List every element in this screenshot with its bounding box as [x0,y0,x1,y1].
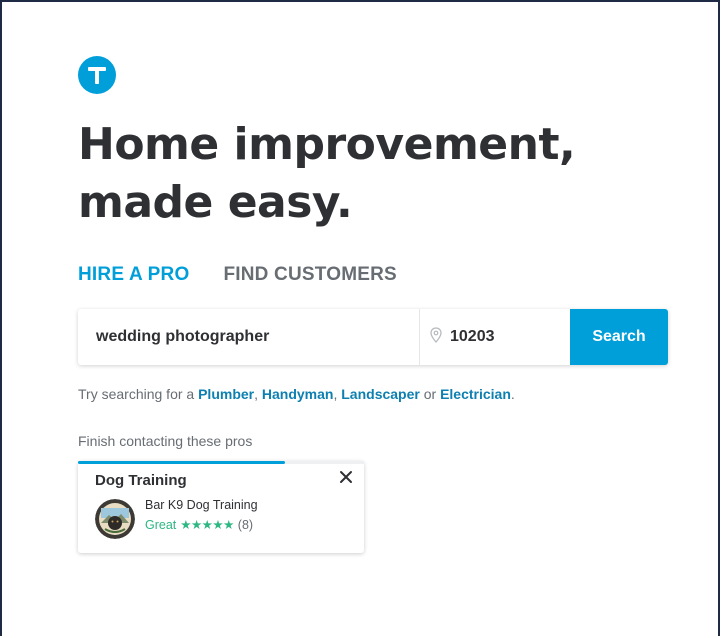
suggestions-suffix: . [510,386,515,402]
suggestions-separator: , [254,386,262,402]
suggestion-link-plumber[interactable]: Plumber [198,386,254,402]
thumbtack-logo-icon[interactable] [78,56,116,94]
suggestion-link-handyman[interactable]: Handyman [262,386,334,402]
suggestion-link-electrician[interactable]: Electrician [440,386,511,402]
pro-card[interactable]: Dog Training Bar K9 Dog Training Great ★… [78,461,364,553]
tab-hire-a-pro[interactable]: HIRE A PRO [78,264,189,286]
close-icon[interactable] [339,470,353,484]
suggestions-separator: or [419,386,441,402]
pro-name: Bar K9 Dog Training [145,498,258,512]
review-count: (8) [237,517,254,532]
search-button[interactable]: Search [570,309,668,365]
mode-tabs: HIRE A PRO FIND CUSTOMERS [78,264,397,286]
rating-label: Great [145,517,177,532]
zip-code-value: 10203 [450,328,495,345]
pro-rating: Great ★★★★★ (8) [145,517,254,533]
location-pin-icon [430,326,442,348]
search-bar: wedding photographer 10203 Search [78,309,668,365]
suggestions-prefix: Try searching for a [78,386,199,402]
page-title: Home improvement, made easy. [78,116,698,232]
tab-find-customers[interactable]: FIND CUSTOMERS [223,264,396,286]
zip-code-input[interactable]: 10203 [420,309,570,365]
star-rating-icon: ★★★★★ [180,518,234,532]
headline-line-2: made easy. [78,177,353,228]
service-search-value: wedding photographer [96,328,270,345]
service-search-input[interactable]: wedding photographer [78,309,420,365]
search-suggestions: Try searching for a Plumber, Handyman, L… [78,386,515,402]
suggestion-link-landscaper[interactable]: Landscaper [341,386,420,402]
card-progress-bar [78,461,285,464]
card-title: Dog Training [95,472,187,489]
headline-line-1: Home improvement, [78,119,576,170]
finish-contacting-label: Finish contacting these pros [78,433,253,449]
avatar [95,499,135,539]
